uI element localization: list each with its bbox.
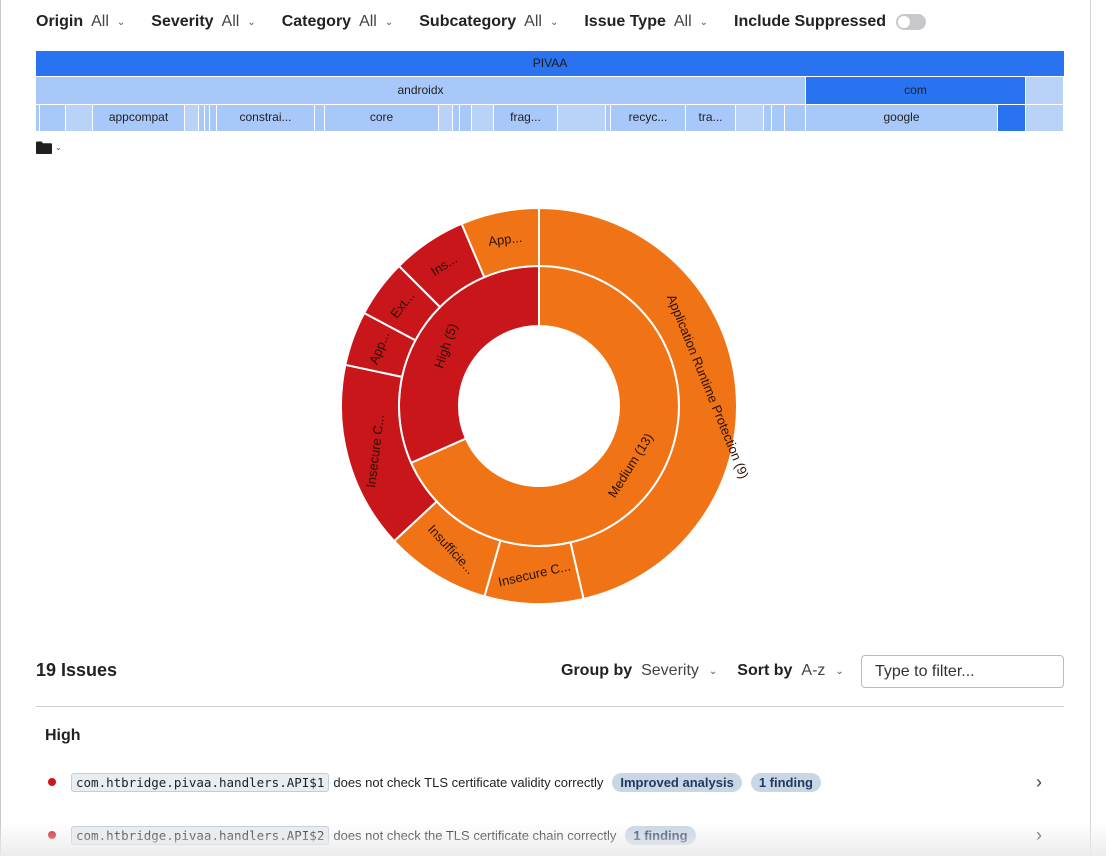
chevron-right-icon[interactable]: › (1036, 772, 1042, 793)
issue-class: com.htbridge.pivaa.handlers.API$1 (71, 772, 330, 792)
issues-filter-input[interactable] (861, 655, 1064, 688)
chevron-down-icon: ⌄ (708, 665, 718, 677)
issues-count: 19 Issues (36, 660, 118, 680)
issue-row[interactable]: com.htbridge.pivaa.handlers.API$1 does n… (48, 770, 1048, 794)
issue-class: com.htbridge.pivaa.handlers.API$2 (71, 825, 330, 845)
issue-row[interactable]: com.htbridge.pivaa.handlers.API$2 does n… (48, 823, 1048, 847)
sort-by-select[interactable]: A-z (801, 662, 825, 680)
chevron-down-icon: ⌄ (835, 665, 844, 677)
issue-badge: 1 finding (625, 825, 696, 845)
issue-badge: 1 finding (750, 772, 821, 792)
severity-dot-icon (48, 778, 56, 786)
issue-badge: Improved analysis (612, 772, 742, 792)
group-by-select[interactable]: Severity (641, 662, 699, 680)
group-heading-high: High (45, 727, 81, 744)
issue-description: does not check TLS certificate validity … (333, 774, 604, 790)
group-by-label: Group by (561, 662, 633, 679)
divider (36, 706, 1064, 707)
chevron-right-icon[interactable]: › (1036, 825, 1042, 846)
sort-by-label: Sort by (737, 662, 793, 679)
issue-description: does not check the TLS certificate chain… (333, 827, 617, 843)
severity-dot-icon (48, 831, 56, 839)
group-sort-controls: Group by Severity ⌄ Sort by A-z ⌄ (561, 662, 844, 680)
severity-sunburst: High (5)Medium (13) Application Runtime P… (340, 206, 752, 605)
